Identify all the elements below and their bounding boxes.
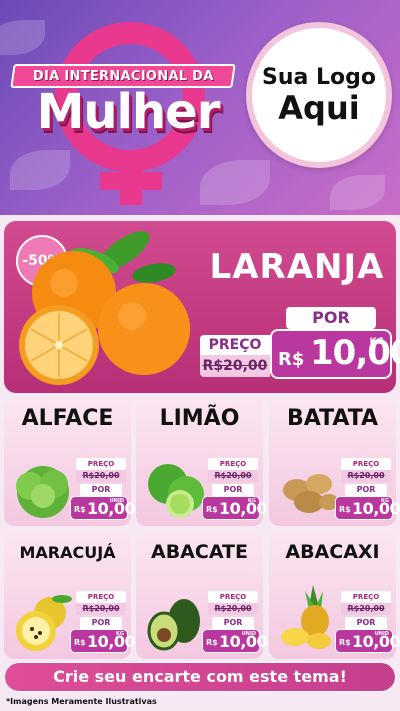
por-label: POR — [212, 484, 254, 496]
por-label: POR — [80, 484, 122, 496]
create-flyer-button[interactable]: Crie seu encarte com este tema! — [4, 662, 396, 692]
logo-line2: Aqui — [278, 88, 360, 127]
orange-image-icon — [19, 231, 190, 385]
unit-label: UNID — [374, 631, 389, 637]
product-card-abacaxi[interactable]: ABACAXI PREÇO R$20,00 POR R$ 10,00 UNID — [269, 531, 400, 659]
product-name: ALFACE — [21, 406, 114, 431]
product-name: ABACATE — [150, 541, 248, 563]
price-box: R$ 10,00 KG — [70, 629, 136, 653]
old-price: R$20,00 — [208, 470, 258, 482]
preco-label: PREÇO — [76, 591, 126, 603]
product-name: ABACAXI — [285, 541, 380, 563]
currency: R$ — [339, 638, 351, 647]
leaf-decoration — [200, 160, 270, 205]
lime-image-icon — [148, 464, 204, 518]
preco-label: PREÇO — [208, 591, 258, 603]
old-price: R$20,00 — [208, 603, 258, 615]
preco-label: PREÇO — [208, 458, 258, 470]
product-name: MARACUJÁ — [19, 543, 116, 562]
product-name: LIMÃO — [159, 406, 240, 431]
old-price: R$20,00 — [76, 470, 126, 482]
leaf-decoration — [330, 175, 385, 210]
unit-label: KG — [369, 337, 384, 347]
por-label: POR — [345, 484, 387, 496]
unit-label: UNID — [109, 498, 124, 504]
venus-cross — [100, 172, 162, 190]
disclaimer: *Imagens Meramente Ilustrativas — [6, 697, 157, 706]
price-box: R$ 10,00 KG — [202, 496, 268, 520]
currency: R$ — [339, 505, 351, 514]
por-label: POR — [345, 617, 387, 629]
price-box: R$ 10,00 UNID — [335, 629, 400, 653]
currency: R$ — [206, 638, 218, 647]
page-title: Mulher — [36, 84, 221, 140]
product-card-alface[interactable]: ALFACE PREÇO R$20,00 POR R$ 10,00 UNID — [4, 398, 136, 526]
featured-price: 10,00 — [310, 333, 400, 373]
logo-line1: Sua Logo — [261, 64, 376, 90]
featured-name: LARANJA — [209, 247, 385, 287]
price: 10,00 — [352, 499, 400, 518]
por-label: POR — [212, 617, 254, 629]
old-price: R$20,00 — [341, 470, 391, 482]
old-price: R$20,00 — [341, 603, 391, 615]
currency: R$ — [74, 638, 86, 647]
passion-fruit-image-icon — [16, 595, 72, 651]
currency: R$ — [278, 349, 305, 370]
preco-label: PREÇO — [341, 458, 391, 470]
price: 10,00 — [219, 499, 268, 518]
header-banner: DIA INTERNACIONAL DA Mulher Sua Logo Aqu… — [0, 0, 400, 215]
preco-label: PREÇO — [76, 458, 126, 470]
unit-label: KG — [248, 498, 256, 504]
product-card-maracuja[interactable]: MARACUJÁ PREÇO R$20,00 POR R$ 10,00 KG — [4, 531, 136, 659]
featured-por-label: POR — [286, 307, 376, 329]
leaf-decoration — [10, 150, 70, 190]
unit-label: KG — [116, 631, 124, 637]
logo-placeholder[interactable]: Sua Logo Aqui — [246, 22, 392, 168]
price-box: R$ 10,00 KG — [335, 496, 400, 520]
unit-label: UNID — [241, 631, 256, 637]
old-price: R$20,00 — [76, 603, 126, 615]
currency: R$ — [74, 505, 86, 514]
featured-preco-label: PREÇO — [200, 335, 270, 355]
price-box: R$ 10,00 UNID — [202, 629, 268, 653]
price: 10,00 — [87, 632, 136, 651]
preco-label: PREÇO — [341, 591, 391, 603]
por-label: POR — [80, 617, 122, 629]
lettuce-image-icon — [16, 466, 69, 518]
featured-product[interactable]: -50% LARANJA POR PREÇO R$20,00 R$ 10,00 … — [4, 221, 400, 393]
product-card-abacate[interactable]: ABACATE PREÇO R$20,00 POR R$ 10,00 UNID — [136, 531, 268, 659]
ribbon-text: DIA INTERNACIONAL DA — [32, 68, 214, 84]
currency: R$ — [206, 505, 218, 514]
product-card-batata[interactable]: BATATA PREÇO R$20,00 POR R$ 10,00 KG — [269, 398, 400, 526]
featured-old-price: R$20,00 — [200, 355, 270, 377]
product-card-limao[interactable]: LIMÃO PREÇO R$20,00 POR R$ 10,00 KG — [136, 398, 268, 526]
avocado-image-icon — [147, 599, 200, 651]
price-box: R$ 10,00 UNID — [70, 496, 136, 520]
product-name: BATATA — [286, 406, 379, 431]
featured-price-box: R$ 10,00 KG — [270, 329, 400, 379]
potato-image-icon — [283, 474, 339, 513]
pineapple-image-icon — [281, 585, 331, 649]
leaf-decoration — [0, 20, 45, 55]
unit-label: KG — [381, 498, 389, 504]
